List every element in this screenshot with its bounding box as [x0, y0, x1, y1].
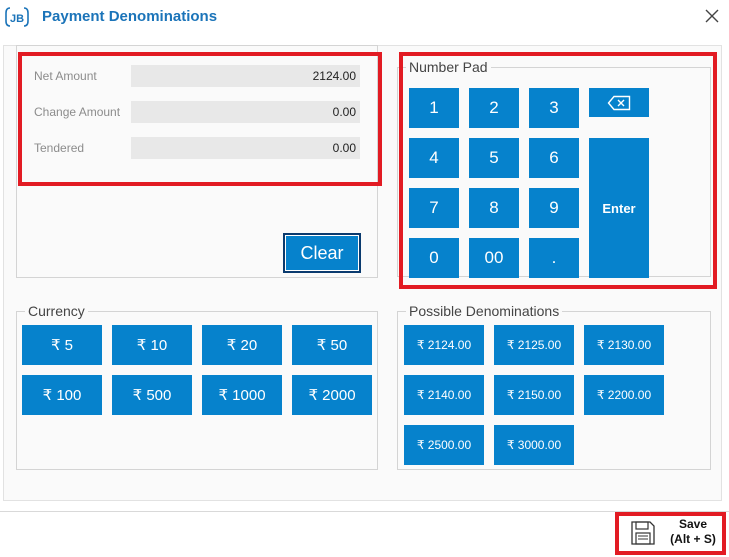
currency-button-1000[interactable]: ₹ 1000 — [202, 375, 282, 415]
backspace-button[interactable] — [589, 88, 649, 117]
numpad-key-6[interactable]: 6 — [529, 138, 579, 178]
numpad-key-00[interactable]: 00 — [469, 238, 519, 278]
denomination-button-2200[interactable]: ₹ 2200.00 — [584, 375, 664, 415]
enter-button[interactable]: Enter — [589, 138, 649, 278]
svg-text:JB: JB — [10, 13, 24, 25]
numpad-key-8[interactable]: 8 — [469, 188, 519, 228]
numpad-key-7[interactable]: 7 — [409, 188, 459, 228]
change-amount-label: Change Amount — [34, 105, 121, 119]
numpad-key-9[interactable]: 9 — [529, 188, 579, 228]
denomination-button-2150[interactable]: ₹ 2150.00 — [494, 375, 574, 415]
currency-button-2000[interactable]: ₹ 2000 — [292, 375, 372, 415]
numpad-key-0[interactable]: 0 — [409, 238, 459, 278]
number-pad-title: Number Pad — [406, 58, 491, 76]
currency-button-100[interactable]: ₹ 100 — [22, 375, 102, 415]
currency-button-20[interactable]: ₹ 20 — [202, 325, 282, 365]
footer-divider — [0, 511, 729, 512]
save-label: Save (Alt + S) — [664, 517, 722, 547]
numpad-key-5[interactable]: 5 — [469, 138, 519, 178]
save-icon — [631, 521, 655, 545]
currency-title: Currency — [25, 302, 88, 320]
net-amount-label: Net Amount — [34, 69, 97, 83]
close-icon[interactable] — [700, 5, 724, 27]
denomination-button-2500[interactable]: ₹ 2500.00 — [404, 425, 484, 465]
numpad-key-4[interactable]: 4 — [409, 138, 459, 178]
tendered-label: Tendered — [34, 141, 85, 155]
window-title: Payment Denominations — [42, 8, 218, 25]
possible-denominations-title: Possible Denominations — [406, 302, 563, 320]
backspace-icon — [607, 95, 631, 110]
tendered-field[interactable]: 0.00 — [131, 137, 360, 159]
numpad-key-1[interactable]: 1 — [409, 88, 459, 128]
denomination-button-3000[interactable]: ₹ 3000.00 — [494, 425, 574, 465]
denomination-button-2140[interactable]: ₹ 2140.00 — [404, 375, 484, 415]
net-amount-field[interactable]: 2124.00 — [131, 65, 360, 87]
currency-button-10[interactable]: ₹ 10 — [112, 325, 192, 365]
app-logo-icon: JB — [5, 7, 29, 27]
save-text: Save — [678, 517, 708, 531]
save-shortcut: (Alt + S) — [670, 532, 716, 546]
title-bar: JB Payment Denominations — [0, 0, 729, 34]
denomination-button-2125[interactable]: ₹ 2125.00 — [494, 325, 574, 365]
numpad-key-decimal[interactable]: . — [529, 238, 579, 278]
numpad-key-3[interactable]: 3 — [529, 88, 579, 128]
numpad-key-2[interactable]: 2 — [469, 88, 519, 128]
currency-button-5[interactable]: ₹ 5 — [22, 325, 102, 365]
denomination-button-2124[interactable]: ₹ 2124.00 — [404, 325, 484, 365]
currency-button-50[interactable]: ₹ 50 — [292, 325, 372, 365]
currency-button-500[interactable]: ₹ 500 — [112, 375, 192, 415]
clear-button[interactable]: Clear — [283, 233, 361, 273]
save-button[interactable]: Save (Alt + S) — [620, 515, 725, 552]
change-amount-field[interactable]: 0.00 — [131, 101, 360, 123]
denomination-button-2130[interactable]: ₹ 2130.00 — [584, 325, 664, 365]
